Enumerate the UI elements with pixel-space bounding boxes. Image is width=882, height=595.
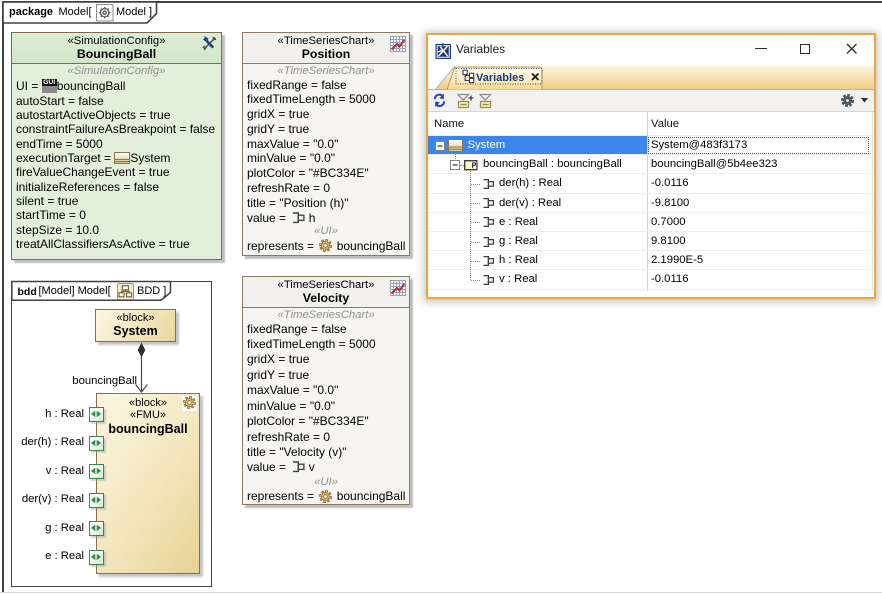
- svg-text:Variables: Variables: [476, 72, 524, 84]
